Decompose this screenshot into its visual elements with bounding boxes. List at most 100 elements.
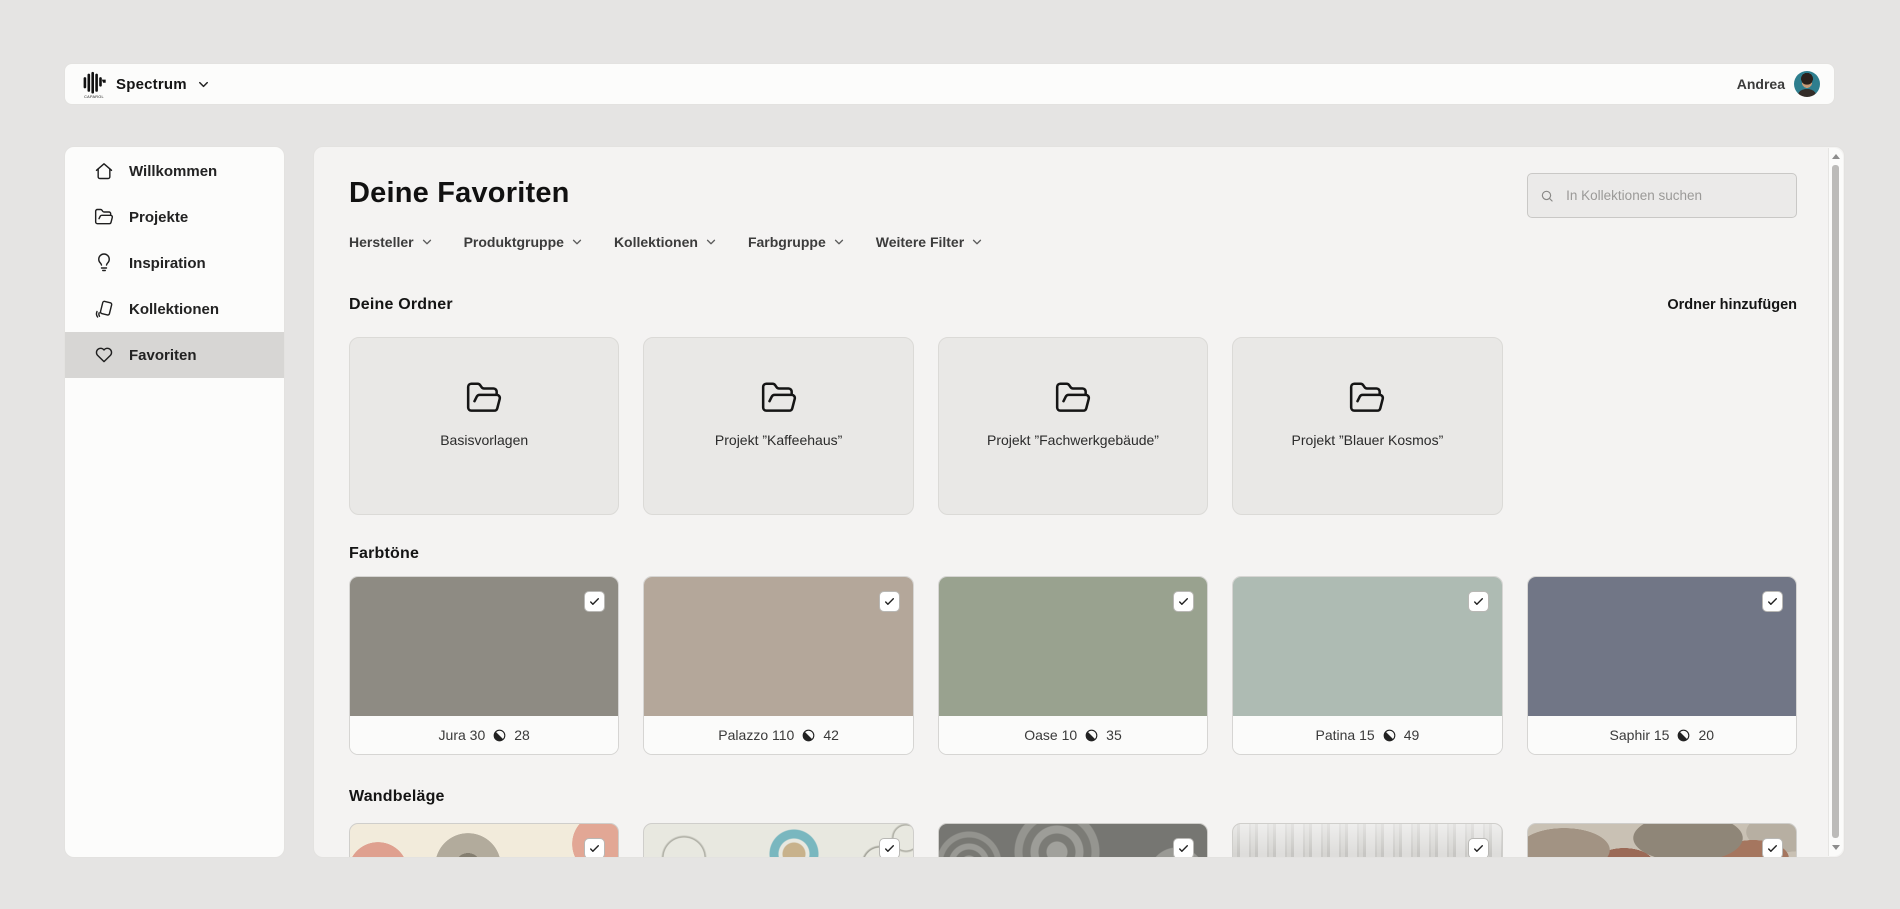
check-icon [588,842,601,855]
color-count: 42 [823,727,839,743]
search-box[interactable] [1527,173,1797,218]
sidebar-item-label: Favoriten [129,347,197,364]
check-icon [588,595,601,608]
search-icon [1540,188,1554,204]
checkbox-checked[interactable] [1762,838,1783,858]
add-folder-button[interactable]: Ordner hinzufügen [1667,297,1797,313]
lightbulb-icon [94,253,114,273]
folders-section-title: Deine Ordner [349,296,453,314]
filter-bar: Hersteller Produktgruppe Kollektionen Fa… [349,232,1797,252]
user-name: Andrea [1737,76,1785,92]
filter-label: Farbgruppe [748,234,826,250]
folder-card-blauer-kosmos[interactable]: Projekt ”Blauer Kosmos” [1232,337,1502,515]
color-card-footer: Palazzo 110 42 [644,716,912,754]
swatch-fan-icon [94,299,114,319]
checkbox-checked[interactable] [1173,591,1194,612]
color-card-patina-15[interactable]: Patina 15 49 [1232,576,1502,755]
color-card-palazzo-110[interactable]: Palazzo 110 42 [643,576,913,755]
checkbox-checked[interactable] [1468,591,1489,612]
caparol-logo-icon: CAPAROL [81,69,107,99]
color-card-oase-10[interactable]: Oase 10 35 [938,576,1208,755]
checkbox-checked[interactable] [1762,591,1783,612]
sidebar-item-projekte[interactable]: Projekte [65,194,284,240]
sidebar: Willkommen Projekte Inspiration Kollekti… [64,146,285,858]
color-count: 49 [1404,727,1420,743]
filter-label: Hersteller [349,234,414,250]
checkbox-checked[interactable] [879,838,900,858]
brand-menu[interactable]: CAPAROL Spectrum [81,69,211,99]
color-card-footer: Oase 10 35 [939,716,1207,754]
folder-card-basisvorlagen[interactable]: Basisvorlagen [349,337,619,515]
color-card-footer: Patina 15 49 [1233,716,1501,754]
folder-grid: Basisvorlagen Projekt ”Kaffeehaus” Proje… [349,337,1797,515]
color-swatch [1528,577,1796,716]
sidebar-item-label: Willkommen [129,163,217,180]
check-icon [1766,595,1779,608]
folder-card-kaffeehaus[interactable]: Projekt ”Kaffeehaus” [643,337,913,515]
checkbox-checked[interactable] [1173,838,1194,858]
sidebar-item-label: Kollektionen [129,301,219,318]
search-input[interactable] [1564,187,1784,204]
avatar[interactable] [1794,71,1820,97]
chevron-down-icon [704,235,718,249]
folder-label: Projekt ”Fachwerkgebäude” [987,432,1159,448]
brand-name: Spectrum [116,76,187,93]
filter-weitere-filter[interactable]: Weitere Filter [876,234,984,250]
filter-produktgruppe[interactable]: Produktgruppe [464,234,584,250]
wallpaper-card-3[interactable] [938,823,1208,858]
color-swatch [350,577,618,716]
checkbox-checked[interactable] [879,591,900,612]
color-name: Patina 15 [1316,727,1375,743]
color-count: 20 [1698,727,1714,743]
wallpaper-card-2[interactable] [643,823,913,858]
checkbox-checked[interactable] [1468,838,1489,858]
color-grid: Jura 30 28 Palazzo 110 42 [349,576,1797,755]
user-menu[interactable]: Andrea [1737,71,1820,97]
checkbox-checked[interactable] [584,591,605,612]
color-count-icon [801,728,816,743]
color-swatch [1233,577,1501,716]
wallpaper-card-4[interactable] [1232,823,1502,858]
wallpapers-section-title: Wandbeläge [349,788,445,806]
filter-label: Produktgruppe [464,234,564,250]
filter-farbgruppe[interactable]: Farbgruppe [748,234,846,250]
checkbox-checked[interactable] [584,838,605,858]
color-count-icon [1676,728,1691,743]
wallpaper-card-5[interactable] [1527,823,1797,858]
color-count-icon [492,728,507,743]
sidebar-item-kollektionen[interactable]: Kollektionen [65,286,284,332]
folder-open-icon [1348,379,1386,417]
scroll-down-arrow-icon[interactable] [1832,845,1840,850]
color-card-footer: Jura 30 28 [350,716,618,754]
sidebar-item-willkommen[interactable]: Willkommen [65,148,284,194]
chevron-down-icon [570,235,584,249]
vertical-scrollbar[interactable] [1828,148,1843,856]
filter-hersteller[interactable]: Hersteller [349,234,434,250]
filter-kollektionen[interactable]: Kollektionen [614,234,718,250]
color-name: Oase 10 [1024,727,1077,743]
chevron-down-icon [420,235,434,249]
color-count: 28 [514,727,530,743]
wallpaper-card-1[interactable] [349,823,619,858]
scroll-up-arrow-icon[interactable] [1832,154,1840,159]
scrollbar-thumb[interactable] [1832,165,1839,838]
folder-label: Projekt ”Kaffeehaus” [715,432,842,448]
folder-open-icon [94,207,114,227]
color-card-saphir-15[interactable]: Saphir 15 20 [1527,576,1797,755]
color-count-icon [1084,728,1099,743]
app-screen: CAPAROL Spectrum Andrea Willkommen Proje… [0,0,1900,909]
filter-label: Weitere Filter [876,234,964,250]
sidebar-item-inspiration[interactable]: Inspiration [65,240,284,286]
check-icon [1472,842,1485,855]
check-icon [883,842,896,855]
top-bar: CAPAROL Spectrum Andrea [64,63,1835,105]
check-icon [1177,842,1190,855]
home-icon [94,161,114,181]
folder-card-fachwerkgebaeude[interactable]: Projekt ”Fachwerkgebäude” [938,337,1208,515]
sidebar-item-favoriten[interactable]: Favoriten [65,332,284,378]
color-card-footer: Saphir 15 20 [1528,716,1796,754]
folders-section-header: Deine Ordner Ordner hinzufügen [349,296,1797,314]
sidebar-item-label: Inspiration [129,255,206,272]
color-card-jura-30[interactable]: Jura 30 28 [349,576,619,755]
check-icon [1177,595,1190,608]
